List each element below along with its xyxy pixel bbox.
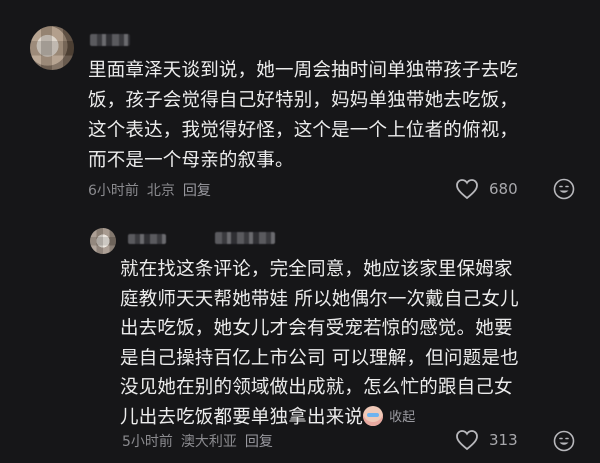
comment-like-count: 680 bbox=[489, 180, 518, 198]
comment-meta: 6小时前 北京 回复 bbox=[88, 180, 211, 200]
crying-face-emoji bbox=[363, 405, 384, 426]
reply-body: 就在找这条评论，完全同意，她应该家里保姆家 庭教师天天帮她带娃 所以她偶尔一次戴… bbox=[120, 255, 590, 432]
reply-location: 澳大利亚 bbox=[180, 434, 237, 450]
reply-meta: 5小时前 澳大利亚 回复 bbox=[122, 431, 273, 451]
comment-like-button[interactable]: 680 bbox=[455, 178, 518, 200]
commenter-avatar[interactable] bbox=[30, 26, 74, 70]
replier-username-part1[interactable] bbox=[128, 234, 166, 244]
heart-outline-icon bbox=[456, 430, 478, 451]
comment-reply-button[interactable]: 回复 bbox=[183, 180, 211, 200]
smiley-icon[interactable] bbox=[553, 430, 575, 452]
replier-username-part2[interactable] bbox=[215, 232, 275, 244]
smiley-icon[interactable] bbox=[553, 178, 575, 200]
reply-like-button[interactable]: 313 bbox=[455, 429, 518, 451]
reply-reply-button[interactable]: 回复 bbox=[245, 431, 273, 451]
comment-location: 北京 bbox=[146, 183, 175, 199]
heart-outline-icon bbox=[456, 179, 478, 200]
reply-text: 就在找这条评论，完全同意，她应该家里保姆家 庭教师天天帮她带娃 所以她偶尔一次戴… bbox=[120, 259, 519, 428]
reply-time: 5小时前 bbox=[122, 434, 173, 450]
replier-avatar[interactable] bbox=[90, 228, 116, 254]
comment-text: 里面章泽天谈到说，她一周会抽时间单独带孩子去吃 饭，孩子会觉得自己好特别，妈妈单… bbox=[88, 60, 519, 171]
comment-time: 6小时前 bbox=[88, 183, 139, 199]
reply-like-count: 313 bbox=[489, 431, 518, 449]
collapse-button[interactable]: 收起 bbox=[389, 403, 415, 433]
commenter-username[interactable] bbox=[90, 34, 130, 46]
